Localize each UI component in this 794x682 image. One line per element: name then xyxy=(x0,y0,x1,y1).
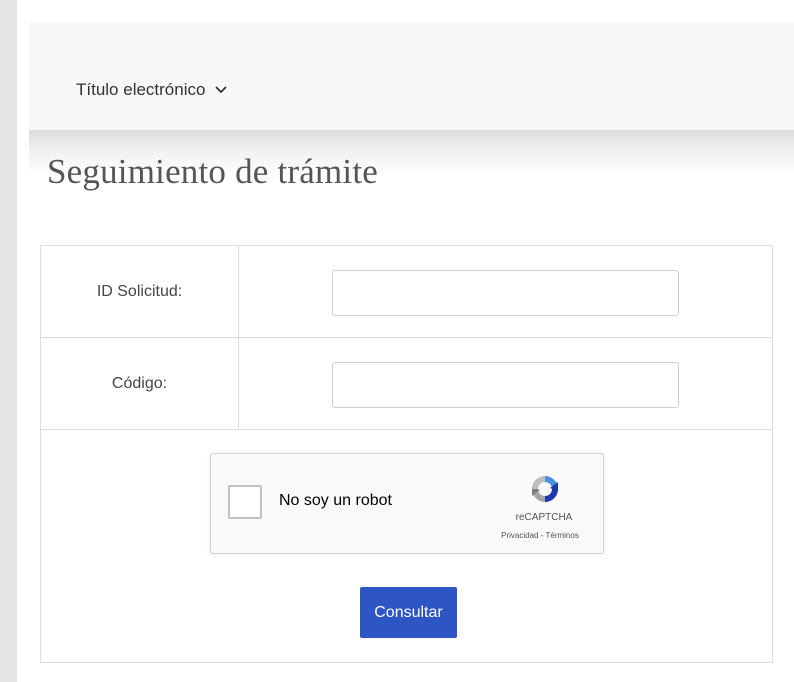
menu-titulo-electronico[interactable]: Título electrónico xyxy=(76,80,228,100)
form-row-code: Código: xyxy=(41,338,772,430)
form-row-id: ID Solicitud: xyxy=(41,246,772,338)
chevron-down-icon xyxy=(214,83,228,97)
consultar-button[interactable]: Consultar xyxy=(360,587,457,638)
page-title: Seguimiento de trámite xyxy=(47,152,378,191)
recaptcha-logo-icon xyxy=(528,472,562,506)
recaptcha-label: No soy un robot xyxy=(279,492,392,509)
menu-label: Título electrónico xyxy=(76,80,206,99)
id-solicitud-input[interactable] xyxy=(332,270,679,316)
recaptcha-links: Privacidad - Términos xyxy=(480,531,600,540)
recaptcha-checkbox[interactable] xyxy=(228,485,262,519)
tracking-form: ID Solicitud: Código: No soy un robot re… xyxy=(40,245,773,663)
recaptcha-terms-link[interactable]: Términos xyxy=(545,531,578,540)
recaptcha-privacy-link[interactable]: Privacidad xyxy=(501,531,538,540)
codigo-label: Código: xyxy=(41,338,239,429)
codigo-input[interactable] xyxy=(332,362,679,408)
recaptcha-brand: reCAPTCHA xyxy=(515,512,573,523)
page-container: Título electrónico Seguimiento de trámit… xyxy=(17,0,794,682)
top-navigation: Título electrónico xyxy=(29,22,794,130)
recaptcha-widget: No soy un robot reCAPTCHA Privacidad - T… xyxy=(210,453,604,554)
id-solicitud-label: ID Solicitud: xyxy=(41,246,239,337)
